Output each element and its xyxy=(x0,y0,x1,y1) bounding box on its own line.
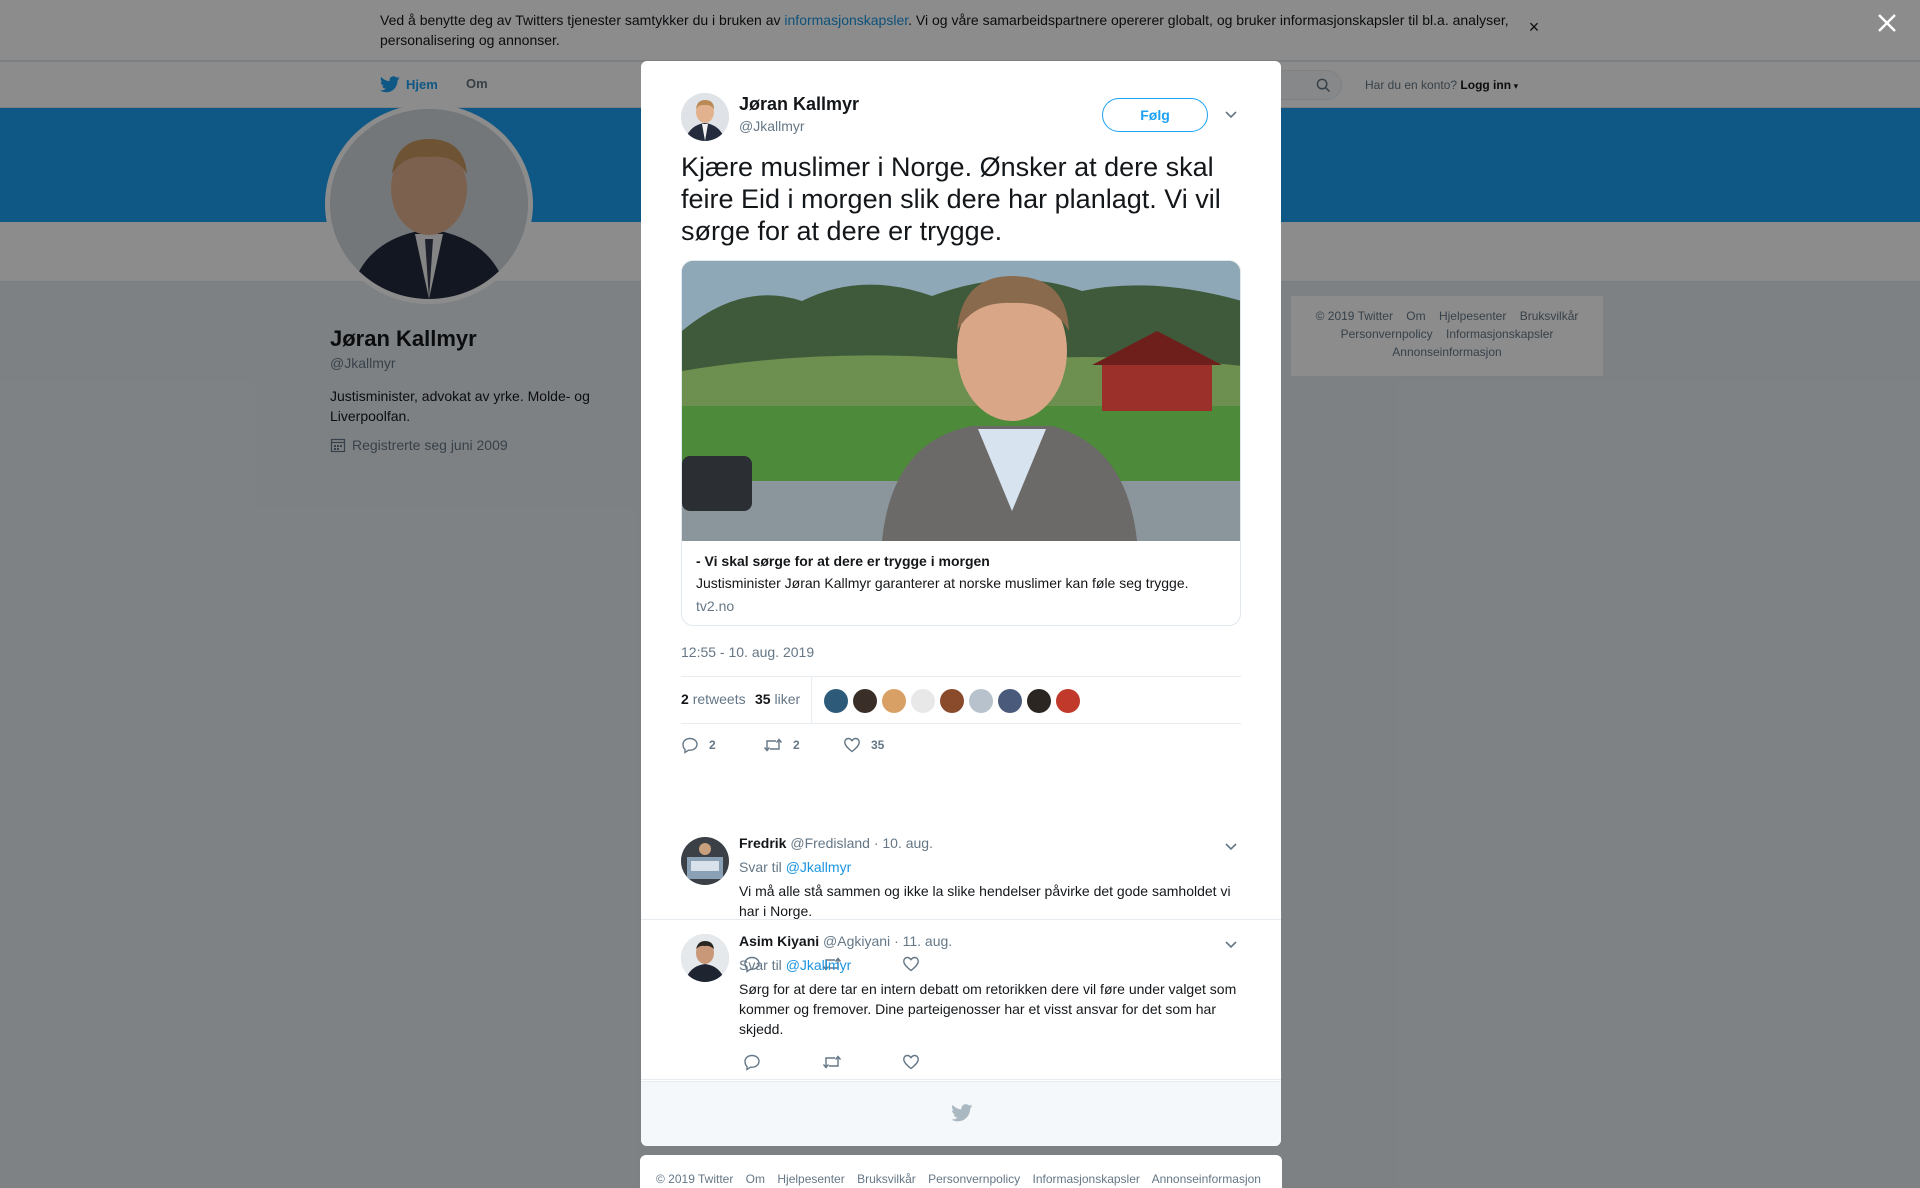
retweets-stat[interactable]: 2 retweets xyxy=(681,691,746,707)
footer-link-about[interactable]: Om xyxy=(746,1172,765,1186)
tweet-stats: 2 retweets 35 liker xyxy=(681,676,1241,724)
tweet-author-name[interactable]: Jøran Kallmyr xyxy=(739,94,859,115)
reply-icon[interactable] xyxy=(743,1053,761,1071)
reply-action[interactable]: 2 xyxy=(681,736,716,754)
footer-link-cookies[interactable]: Informasjonskapsler xyxy=(1033,1172,1140,1186)
reply-actions xyxy=(743,1053,1043,1071)
reply-tweet[interactable]: Fredrik @Fredisland · 10. aug. Svar til … xyxy=(641,779,1281,920)
reply-author-handle[interactable]: @Fredisland xyxy=(790,835,870,851)
link-card-image xyxy=(682,261,1240,541)
stats-divider xyxy=(811,677,812,723)
footer-copyright: © 2019 Twitter xyxy=(656,1172,734,1186)
like-count: 35 xyxy=(871,738,885,752)
reply-to-line: Svar til @Jkallmyr xyxy=(739,957,851,973)
reply-author-name[interactable]: Asim Kiyani xyxy=(739,933,819,949)
liker-avatar[interactable] xyxy=(969,689,993,713)
tweet-author-handle[interactable]: @Jkallmyr xyxy=(739,118,805,134)
tweet-actions: 2 2 35 xyxy=(681,736,1081,760)
likes-count: 35 xyxy=(755,691,771,707)
link-card-description: Justisminister Jøran Kallmyr garanterer … xyxy=(696,575,1189,591)
reply-author-avatar[interactable] xyxy=(681,934,729,982)
chevron-down-icon[interactable] xyxy=(1223,106,1239,122)
footer-link-terms[interactable]: Bruksvilkår xyxy=(857,1172,916,1186)
reply-header: Asim Kiyani @Agkiyani · 11. aug. xyxy=(739,933,952,949)
link-card-domain: tv2.no xyxy=(696,598,735,614)
liker-avatar[interactable] xyxy=(824,689,848,713)
twitter-bird-icon xyxy=(951,1104,973,1122)
reply-author-handle[interactable]: @Agkiyani xyxy=(823,933,890,949)
liker-avatar[interactable] xyxy=(882,689,906,713)
overlay-close-icon[interactable] xyxy=(1872,10,1902,40)
reply-to-mention[interactable]: @Jkallmyr xyxy=(786,859,852,875)
liker-avatar[interactable] xyxy=(911,689,935,713)
reply-text: Sørg for at dere tar en intern debatt om… xyxy=(739,981,1237,1037)
footer-link-help[interactable]: Hjelpesenter xyxy=(777,1172,844,1186)
modal-footer xyxy=(641,1081,1281,1146)
liker-avatar[interactable] xyxy=(1027,689,1051,713)
reply-text: Vi må alle stå sammen og ikke la slike h… xyxy=(739,883,1231,919)
reply-to-mention[interactable]: @Jkallmyr xyxy=(786,957,852,973)
link-card[interactable]: - Vi skal sørge for at dere er trygge i … xyxy=(681,260,1241,626)
footer-link-privacy[interactable]: Personvernpolicy xyxy=(928,1172,1020,1186)
link-card-title: - Vi skal sørge for at dere er trygge i … xyxy=(696,553,990,569)
retweets-label: retweets xyxy=(692,691,746,707)
reply-date[interactable]: · 10. aug. xyxy=(874,835,933,851)
follow-button[interactable]: Følg xyxy=(1102,98,1208,132)
reply-count: 2 xyxy=(709,738,716,752)
reply-to-line: Svar til @Jkallmyr xyxy=(739,859,851,875)
retweets-count: 2 xyxy=(681,691,689,707)
retweet-icon[interactable] xyxy=(822,1053,842,1071)
retweet-icon xyxy=(763,738,783,752)
reply-author-avatar[interactable] xyxy=(681,837,729,885)
likes-label: liker xyxy=(774,691,801,707)
reply-header: Fredrik @Fredisland · 10. aug. xyxy=(739,835,933,851)
footer-link-ads[interactable]: Annonseinformasjon xyxy=(1152,1172,1261,1186)
tweet-timestamp[interactable]: 12:55 - 10. aug. 2019 xyxy=(681,644,814,660)
tweet-text: Kjære muslimer i Norge. Ønsker at dere s… xyxy=(681,152,1221,246)
like-action[interactable]: 35 xyxy=(843,736,884,754)
retweet-action[interactable]: 2 xyxy=(763,736,800,754)
liker-avatar[interactable] xyxy=(998,689,1022,713)
reply-to-label: Svar til xyxy=(739,957,782,973)
reply-author-name[interactable]: Fredrik xyxy=(739,835,786,851)
tweet-header: Jøran Kallmyr @Jkallmyr Følg xyxy=(681,93,1241,145)
liker-avatar[interactable] xyxy=(1056,689,1080,713)
likers-avatars xyxy=(824,689,1080,713)
likes-stat[interactable]: 35 liker xyxy=(755,691,800,707)
heart-icon[interactable] xyxy=(902,1053,920,1071)
chevron-down-icon[interactable] xyxy=(1223,936,1239,952)
reply-date[interactable]: · 11. aug. xyxy=(894,933,952,949)
reply-icon xyxy=(682,737,698,754)
reply-to-label: Svar til xyxy=(739,859,782,875)
tweet-modal: Jøran Kallmyr @Jkallmyr Følg Kjære musli… xyxy=(641,61,1281,1146)
tweet-author-avatar[interactable] xyxy=(681,93,729,141)
chevron-down-icon[interactable] xyxy=(1223,838,1239,854)
page-footer: © 2019 Twitter Om Hjelpesenter Bruksvilk… xyxy=(640,1155,1282,1188)
liker-avatar[interactable] xyxy=(940,689,964,713)
heart-icon xyxy=(844,737,860,753)
retweet-count: 2 xyxy=(793,738,800,752)
liker-avatar[interactable] xyxy=(853,689,877,713)
